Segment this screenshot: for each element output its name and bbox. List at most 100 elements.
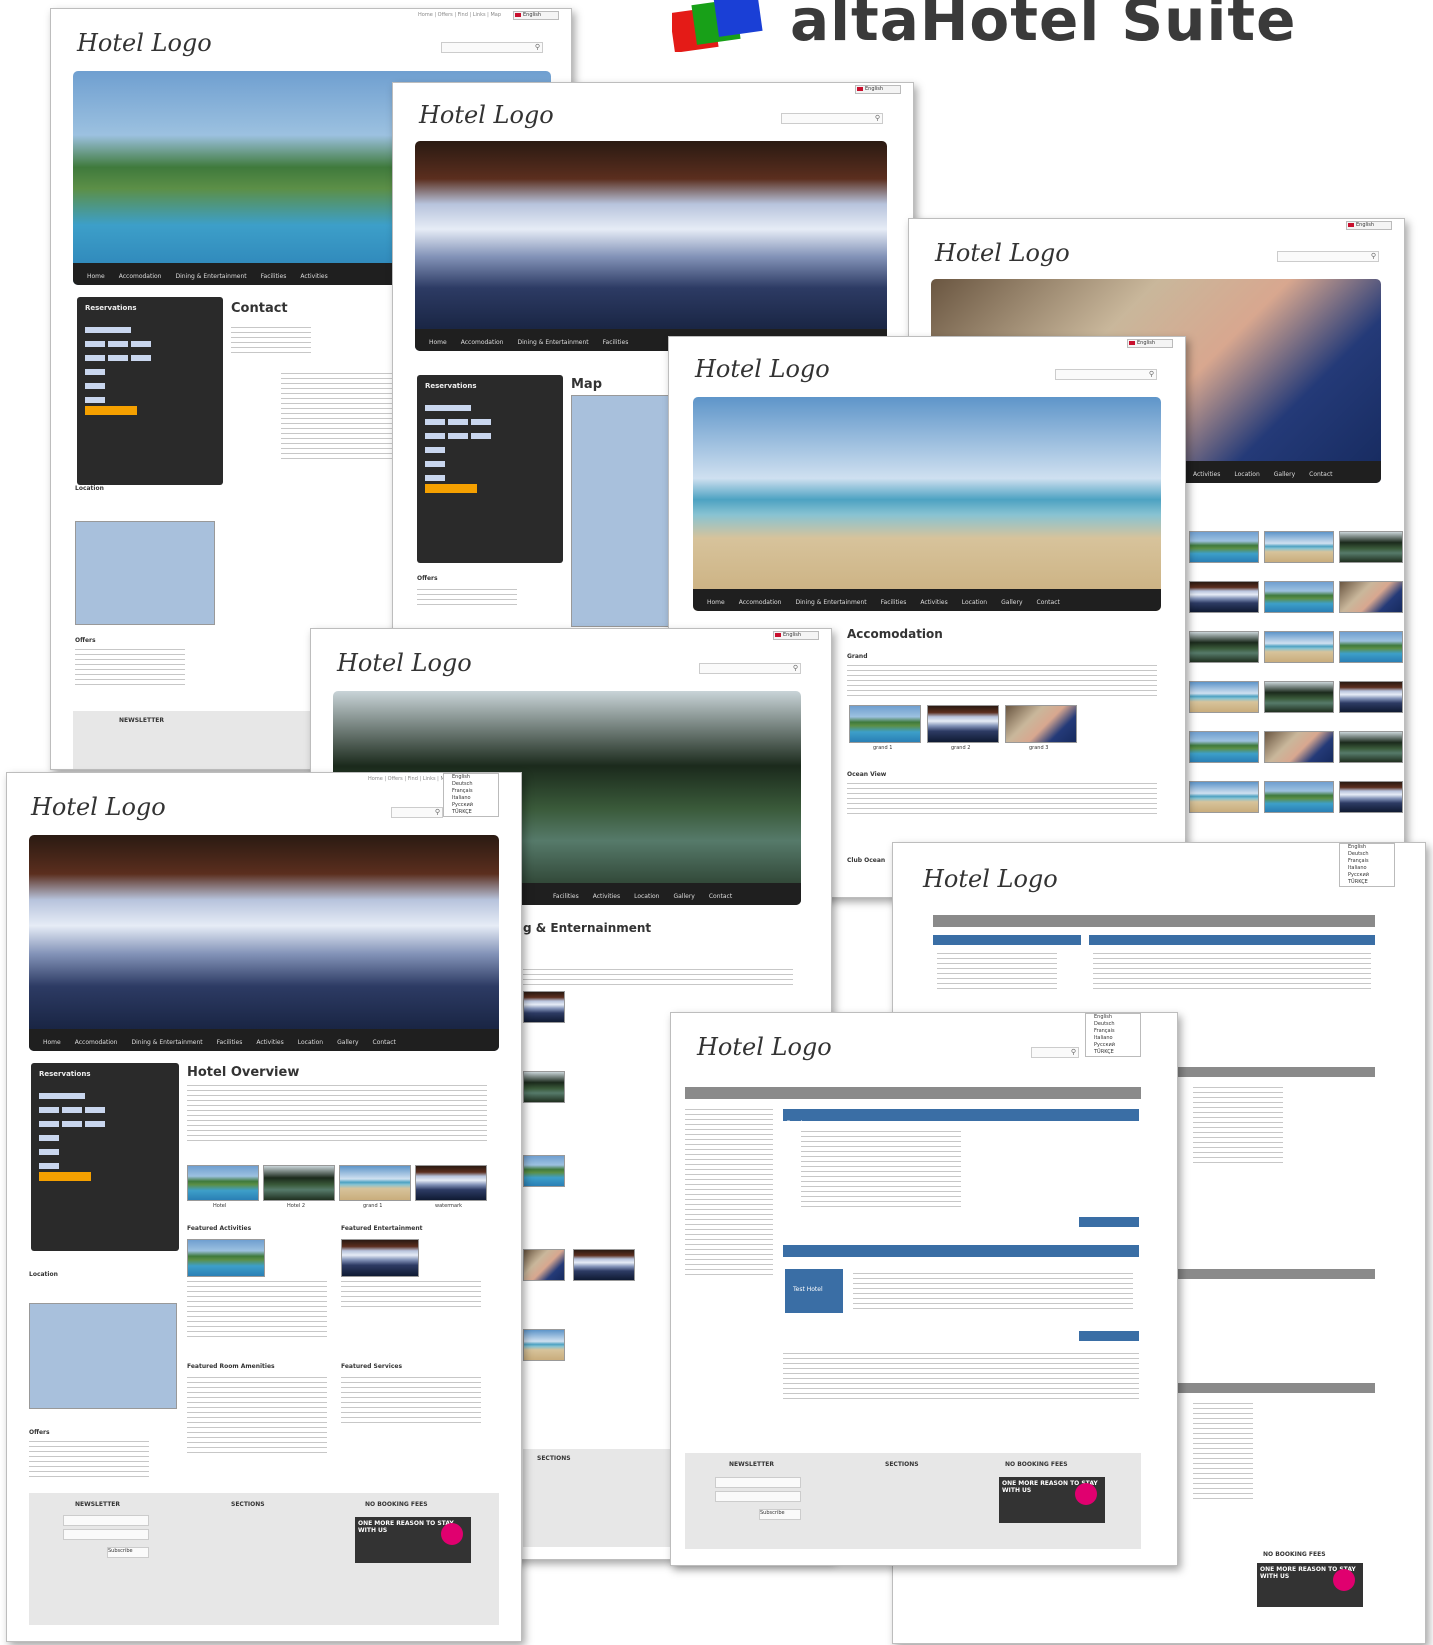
nav-gallery[interactable]: Gallery (673, 893, 694, 900)
hotel-logo[interactable]: Hotel Logo (31, 793, 166, 821)
nav-accomodation[interactable]: Accomodation (119, 273, 162, 280)
search-input[interactable]: ⚲ (1055, 369, 1157, 380)
gallery-thumb[interactable] (1264, 781, 1334, 813)
newsletter-name-input[interactable] (63, 1529, 149, 1540)
gallery-thumb[interactable] (1264, 731, 1334, 763)
gallery-thumb[interactable] (1189, 731, 1259, 763)
checkout-year[interactable] (85, 1121, 105, 1127)
nav-home[interactable]: Home (43, 1039, 61, 1046)
search-input[interactable]: ⚲ (1031, 1047, 1079, 1058)
language-select[interactable]: English (1346, 221, 1392, 230)
gallery-thumb[interactable] (1264, 631, 1334, 663)
search-input[interactable]: ⚲ (391, 807, 443, 818)
overview-thumb[interactable] (263, 1165, 335, 1201)
google-map[interactable] (571, 395, 673, 627)
newsletter-email-input[interactable] (715, 1477, 801, 1488)
nav-contact[interactable]: Contact (709, 893, 732, 900)
book-button[interactable] (1079, 1331, 1139, 1341)
hotel-logo[interactable]: Hotel Logo (77, 29, 212, 57)
nav-accomodation[interactable]: Accomodation (461, 339, 504, 346)
offers-list[interactable] (29, 1441, 149, 1481)
language-option[interactable]: TÜRKÇE (444, 809, 498, 816)
gallery-thumb[interactable] (1189, 781, 1259, 813)
nav-accomodation[interactable]: Accomodation (739, 599, 782, 606)
checkout-year[interactable] (471, 433, 491, 439)
nav-home[interactable]: Home (429, 339, 447, 346)
checkout-year[interactable] (131, 355, 151, 361)
nav-contact[interactable]: Contact (1037, 599, 1060, 606)
language-option[interactable]: Deutsch (444, 781, 498, 788)
offers-list[interactable] (75, 649, 185, 689)
hotel-logo[interactable]: Hotel Logo (419, 101, 554, 129)
language-dropdown[interactable]: English Deutsch Français Italiano Русски… (1085, 1013, 1141, 1057)
newsletter-email-input[interactable] (63, 1515, 149, 1526)
checkout-month[interactable] (108, 355, 128, 361)
dining-thumb[interactable] (523, 1249, 565, 1281)
language-select[interactable]: English (1127, 339, 1173, 348)
rooms-select[interactable] (425, 475, 445, 481)
gallery-thumb[interactable] (1339, 531, 1403, 563)
check-availability-button[interactable] (39, 1172, 91, 1181)
language-option[interactable]: English (1340, 844, 1394, 851)
nav-dining[interactable]: Dining & Entertainment (131, 1039, 202, 1046)
nav-activities[interactable]: Activities (920, 599, 947, 606)
hotel-logo[interactable]: Hotel Logo (935, 239, 1070, 267)
search-input[interactable]: ⚲ (441, 42, 543, 53)
nav-location[interactable]: Location (1234, 471, 1259, 478)
gallery-thumb[interactable] (1264, 531, 1334, 563)
location-map[interactable] (75, 521, 215, 625)
nav-location[interactable]: Location (962, 599, 987, 606)
search-input[interactable]: ⚲ (1277, 251, 1379, 262)
room-thumb[interactable] (849, 705, 921, 743)
nav-facilities[interactable]: Facilities (603, 339, 629, 346)
hotel-logo[interactable]: Hotel Logo (695, 355, 830, 383)
nav-facilities[interactable]: Facilities (217, 1039, 243, 1046)
language-option[interactable]: Deutsch (1340, 851, 1394, 858)
dining-thumb[interactable] (523, 1071, 565, 1103)
form-fields[interactable] (1193, 1403, 1253, 1503)
gallery-thumb[interactable] (1339, 781, 1403, 813)
search-form[interactable] (801, 1131, 961, 1211)
transfer-table[interactable] (1093, 953, 1371, 993)
language-dropdown[interactable]: English Deutsch Français Italiano Русски… (1339, 843, 1395, 887)
hotel-logo[interactable]: Hotel Logo (337, 649, 472, 677)
language-option[interactable]: English (444, 774, 498, 781)
nav-gallery[interactable]: Gallery (1274, 471, 1295, 478)
language-option[interactable]: Français (1340, 858, 1394, 865)
gallery-thumb[interactable] (1189, 631, 1259, 663)
gallery-thumb[interactable] (1339, 681, 1403, 713)
nav-location[interactable]: Location (634, 893, 659, 900)
gallery-thumb[interactable] (1264, 581, 1334, 613)
booking-nav[interactable] (933, 915, 1375, 927)
hotel-logo[interactable]: Hotel Logo (923, 865, 1058, 893)
language-option[interactable]: Русский (1340, 872, 1394, 879)
overview-thumb[interactable] (339, 1165, 411, 1201)
nav-gallery[interactable]: Gallery (1001, 599, 1022, 606)
subscribe-button[interactable]: Subscribe (759, 1509, 801, 1520)
rooms-select[interactable] (39, 1163, 59, 1169)
dining-thumb[interactable] (573, 1249, 635, 1281)
newsletter-name-input[interactable] (715, 1491, 801, 1502)
activity-thumb[interactable] (187, 1239, 265, 1277)
gallery-thumb[interactable] (1339, 581, 1403, 613)
gallery-thumb[interactable] (1339, 631, 1403, 663)
nav-dining[interactable]: Dining & Entertainment (795, 599, 866, 606)
language-option[interactable]: Deutsch (1086, 1021, 1140, 1028)
search-input[interactable]: ⚲ (781, 113, 883, 124)
language-select[interactable]: English (513, 11, 559, 20)
gallery-thumb[interactable] (1189, 531, 1259, 563)
check-availability-button[interactable] (425, 484, 477, 493)
nav-gallery[interactable]: Gallery (337, 1039, 358, 1046)
language-option[interactable]: Русский (1086, 1042, 1140, 1049)
booking-nav[interactable] (685, 1087, 1141, 1099)
nav-facilities[interactable]: Facilities (881, 599, 907, 606)
subscribe-button[interactable]: Subscribe (107, 1547, 149, 1558)
hotel-logo[interactable]: Hotel Logo (697, 1033, 832, 1061)
checkout-month[interactable] (448, 433, 468, 439)
gallery-thumb[interactable] (1264, 681, 1334, 713)
nav-contact[interactable]: Contact (373, 1039, 396, 1046)
language-option[interactable]: Français (1086, 1028, 1140, 1035)
room-thumb[interactable] (927, 705, 999, 743)
search-input[interactable]: ⚲ (699, 663, 801, 674)
language-option[interactable]: Italiano (444, 795, 498, 802)
